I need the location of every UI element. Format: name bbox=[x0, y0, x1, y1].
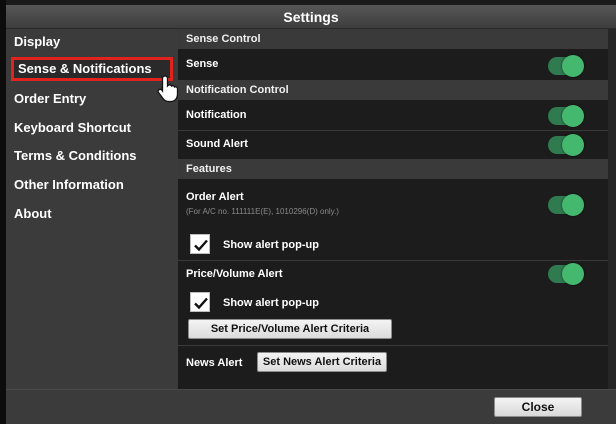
row-divider bbox=[178, 345, 616, 346]
settings-window: Settings Display Sense & Notifications O… bbox=[0, 0, 616, 424]
section-header-features: Features bbox=[178, 159, 616, 179]
news-alert-label: News Alert bbox=[186, 357, 243, 369]
sidebar-item-terms-conditions[interactable]: Terms & Conditions bbox=[14, 145, 137, 167]
toggle-knob bbox=[562, 55, 584, 77]
price-volume-popup-label: Show alert pop-up bbox=[223, 297, 319, 309]
checkmark-icon bbox=[194, 239, 208, 252]
window-title: Settings bbox=[283, 9, 339, 25]
title-bar: Settings bbox=[6, 5, 616, 29]
row-divider bbox=[178, 260, 616, 261]
toggle-knob bbox=[562, 134, 584, 156]
price-volume-popup-checkbox[interactable] bbox=[190, 292, 210, 312]
toggle-knob bbox=[562, 194, 584, 216]
row-divider bbox=[178, 130, 616, 131]
checkmark-icon bbox=[194, 297, 208, 310]
sidebar-item-display[interactable]: Display bbox=[14, 31, 60, 53]
sidebar-item-about[interactable]: About bbox=[14, 203, 52, 225]
sidebar-item-keyboard-shortcut[interactable]: Keyboard Shortcut bbox=[14, 117, 131, 139]
sense-toggle[interactable] bbox=[548, 55, 584, 77]
sidebar-item-other-information[interactable]: Other Information bbox=[14, 174, 124, 196]
settings-content: Sense Control Sense Notification Control… bbox=[178, 29, 616, 389]
close-button[interactable]: Close bbox=[494, 397, 582, 417]
scrollbar-track[interactable] bbox=[608, 29, 616, 389]
sense-label: Sense bbox=[186, 58, 219, 70]
sound-alert-toggle[interactable] bbox=[548, 134, 584, 156]
order-alert-note: (For A/C no. 111111E(E), 1010296(D) only… bbox=[186, 207, 339, 216]
settings-sidebar: Display Sense & Notifications Order Entr… bbox=[6, 29, 178, 389]
price-volume-alert-label: Price/Volume Alert bbox=[186, 268, 283, 280]
sidebar-item-order-entry[interactable]: Order Entry bbox=[14, 88, 86, 110]
notification-toggle[interactable] bbox=[548, 105, 584, 127]
toggle-knob bbox=[562, 105, 584, 127]
set-price-volume-criteria-button[interactable]: Set Price/Volume Alert Criteria bbox=[188, 319, 392, 339]
section-header-sense-control: Sense Control bbox=[178, 29, 616, 49]
order-alert-popup-checkbox[interactable] bbox=[190, 234, 210, 254]
sidebar-item-sense-notifications[interactable]: Sense & Notifications bbox=[11, 57, 173, 81]
notification-label: Notification bbox=[186, 109, 247, 121]
dialog-footer: Close bbox=[6, 389, 616, 424]
set-news-criteria-button[interactable]: Set News Alert Criteria bbox=[257, 352, 387, 372]
sound-alert-label: Sound Alert bbox=[186, 138, 248, 150]
toggle-knob bbox=[562, 263, 584, 285]
order-alert-popup-label: Show alert pop-up bbox=[223, 239, 319, 251]
order-alert-label: Order Alert bbox=[186, 191, 244, 203]
section-header-notification-control: Notification Control bbox=[178, 80, 616, 100]
order-alert-toggle[interactable] bbox=[548, 194, 584, 216]
price-volume-alert-toggle[interactable] bbox=[548, 263, 584, 285]
